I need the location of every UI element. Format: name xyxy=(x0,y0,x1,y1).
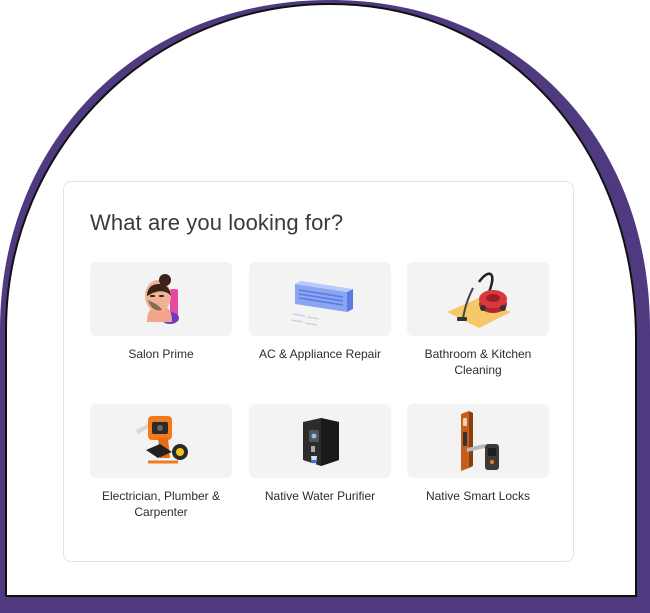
section-title: What are you looking for? xyxy=(90,210,344,235)
vacuum-cleaner-icon xyxy=(447,272,511,328)
services-card: What are you looking for? Salon Prime AC… xyxy=(63,181,574,562)
service-image-box[interactable] xyxy=(407,404,549,478)
service-label[interactable]: Electrician, Plumber & Carpenter xyxy=(90,488,232,520)
service-image-box[interactable] xyxy=(90,404,232,478)
water-purifier-icon xyxy=(303,418,339,466)
service-label[interactable]: Salon Prime xyxy=(90,346,232,362)
service-tile-electrician-plumber-carpenter[interactable]: Electrician, Plumber & Carpenter xyxy=(90,404,232,520)
service-tile-bathroom-kitchen-cleaning[interactable]: Bathroom & Kitchen Cleaning xyxy=(407,262,549,378)
air-conditioner-icon xyxy=(290,281,353,326)
service-label[interactable]: Bathroom & Kitchen Cleaning xyxy=(407,346,549,378)
service-tile-ac-appliance-repair[interactable]: AC & Appliance Repair xyxy=(249,262,391,362)
service-tile-native-water-purifier[interactable]: Native Water Purifier xyxy=(249,404,391,504)
service-image-box[interactable] xyxy=(249,262,391,336)
service-label[interactable]: Native Water Purifier xyxy=(249,488,391,504)
service-image-box[interactable] xyxy=(407,262,549,336)
service-label[interactable]: Native Smart Locks xyxy=(407,488,549,504)
service-image-box[interactable] xyxy=(249,404,391,478)
service-image-box[interactable] xyxy=(90,262,232,336)
woman-face-mask-icon xyxy=(145,274,179,324)
service-tile-native-smart-locks[interactable]: Native Smart Locks xyxy=(407,404,549,504)
service-tile-salon-prime[interactable]: Salon Prime xyxy=(90,262,232,362)
service-label[interactable]: AC & Appliance Repair xyxy=(249,346,391,362)
power-drill-icon xyxy=(136,416,188,464)
smart-lock-icon xyxy=(461,411,499,471)
